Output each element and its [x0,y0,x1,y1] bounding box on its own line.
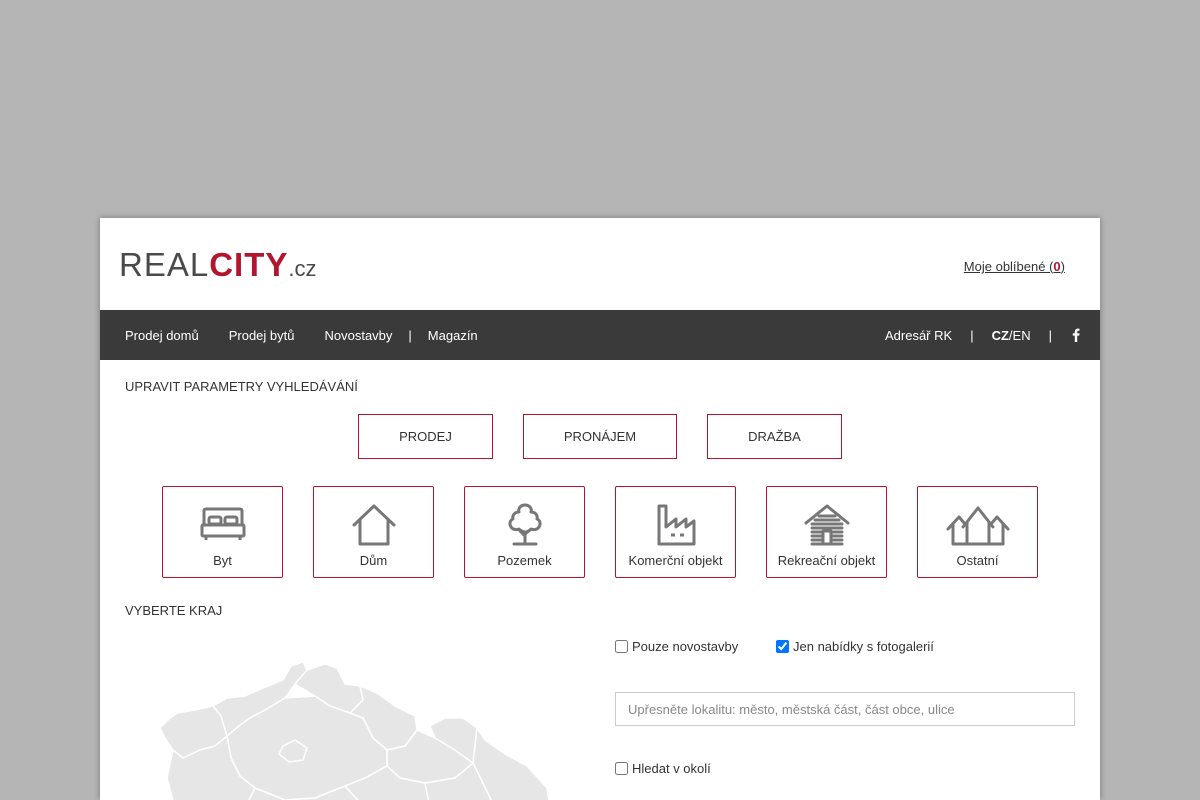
favorites-count: 0 [1053,259,1061,274]
language-switch: CZ/EN [992,328,1031,343]
rent-button[interactable]: PRONÁJEM [523,414,677,459]
lang-en[interactable]: EN [1013,328,1031,343]
bed-icon [163,503,282,547]
category-land-label: Pozemek [497,553,552,568]
auction-button[interactable]: DRAŽBA [707,414,842,459]
new-buildings-checkbox-label: Pouze novostavby [632,639,739,654]
nav-left: Prodej domů Prodej bytů Novostavby | Mag… [125,310,508,360]
nav-right: Adresář RK | CZ/EN | [885,310,1082,360]
gallery-only-checkbox[interactable]: Jen nabídky s fotogalerií [776,639,934,654]
favorites-label: Moje oblíbené ( [963,259,1054,274]
nav-separator: | [1048,327,1052,343]
favorites-link[interactable]: Moje oblíbené (0) [964,259,1065,274]
category-other[interactable]: Ostatní [917,486,1038,578]
region-map[interactable] [155,658,555,800]
region-title: VYBERTE KRAJ [125,603,223,618]
lang-cz[interactable]: CZ [992,328,1009,343]
location-search-input[interactable] [615,692,1075,726]
search-nearby-checkbox[interactable]: Hledat v okolí [615,761,711,776]
nav-item-directory[interactable]: Adresář RK [885,328,952,343]
main-nav: Prodej domů Prodej bytů Novostavby | Mag… [100,310,1100,360]
category-land[interactable]: Pozemek [464,486,585,578]
category-commercial[interactable]: Komerční objekt [615,486,736,578]
logo-part-real: REAL [119,246,210,283]
new-buildings-checkbox-input[interactable] [615,640,628,653]
header: REALCITY.cz Moje oblíbené (0) [100,218,1100,310]
category-house[interactable]: Dům [313,486,434,578]
nav-item-flats-sale[interactable]: Prodej bytů [229,328,295,343]
favorites-suffix: ) [1060,259,1065,274]
logo-part-cz: .cz [288,256,317,281]
search-nearby-checkbox-input[interactable] [615,762,628,775]
category-other-label: Ostatní [956,553,999,568]
category-flat-label: Byt [213,553,232,568]
other-house-icon [918,503,1037,547]
search-nearby-checkbox-label: Hledat v okolí [632,761,711,776]
factory-icon [616,503,735,547]
category-flat[interactable]: Byt [162,486,283,578]
nav-separator: | [970,327,974,343]
page-container: REALCITY.cz Moje oblíbené (0) Prodej dom… [100,218,1100,800]
nav-item-houses-sale[interactable]: Prodej domů [125,328,199,343]
category-commercial-label: Komerční objekt [628,553,723,568]
nav-item-magazine[interactable]: Magazín [428,328,478,343]
search-params-title: UPRAVIT PARAMETRY VYHLEDÁVÁNÍ [125,379,358,394]
gallery-only-checkbox-input[interactable] [776,640,789,653]
site-logo[interactable]: REALCITY.cz [119,247,317,287]
nav-separator: | [408,327,412,343]
new-buildings-checkbox[interactable]: Pouze novostavby [615,639,738,654]
house-icon [314,503,433,547]
category-recreational-label: Rekreační objekt [777,553,876,568]
logo-part-city: CITY [209,246,289,283]
sale-button[interactable]: PRODEJ [358,414,493,459]
gallery-only-checkbox-label: Jen nabídky s fotogalerií [793,639,934,654]
category-recreational[interactable]: Rekreační objekt [766,486,887,578]
cabin-icon [767,503,886,547]
category-house-label: Dům [359,553,388,568]
nav-item-new-buildings[interactable]: Novostavby [324,328,392,343]
facebook-icon[interactable] [1070,328,1082,342]
tree-icon [465,503,584,547]
